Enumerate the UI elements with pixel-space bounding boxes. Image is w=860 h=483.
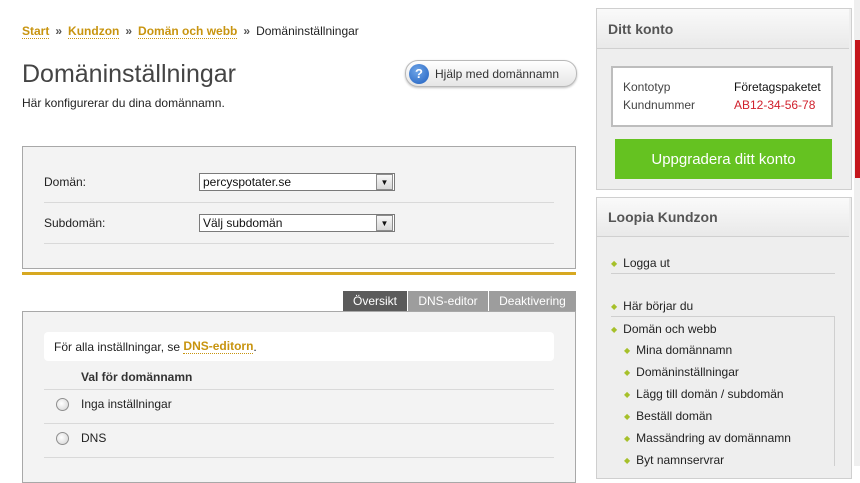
arrow-bullet-icon: ◆ — [624, 345, 631, 355]
option-label-no-settings: Inga inställningar — [81, 397, 172, 411]
section-divider — [22, 272, 576, 275]
divider — [611, 273, 835, 274]
help-button-label: Hjälp med domännamn — [435, 66, 560, 81]
divider — [611, 316, 835, 317]
account-type-label: Kontotyp — [623, 80, 671, 94]
account-panel-title: Ditt konto — [597, 9, 849, 49]
breadcrumb-link-kundzon[interactable]: Kundzon — [68, 24, 120, 39]
subdomain-label: Subdomän: — [44, 216, 106, 230]
breadcrumb-separator: » — [55, 24, 63, 38]
arrow-bullet-icon: ◆ — [624, 367, 631, 377]
domain-select-value: percyspotater.se — [203, 175, 292, 189]
kundzon-panel-title: Loopia Kundzon — [597, 198, 849, 237]
chevron-down-icon: ▼ — [376, 215, 393, 231]
menu-item-label: Beställ domän — [636, 409, 713, 423]
arrow-bullet-icon: ◆ — [611, 324, 618, 334]
breadcrumb-separator: » — [243, 24, 251, 38]
divider — [44, 202, 554, 203]
submenu-item-domain-settings[interactable]: ◆ Domäninställningar — [624, 365, 739, 379]
option-label-dns: DNS — [81, 431, 107, 445]
dns-editor-link[interactable]: DNS-editorn — [183, 339, 254, 354]
arrow-bullet-icon: ◆ — [624, 455, 631, 465]
menu-item-label: Logga ut — [623, 256, 670, 270]
menu-item-label: Domän och webb — [623, 322, 717, 336]
submenu-border — [834, 316, 835, 466]
submenu-item-add-domain[interactable]: ◆ Lägg till domän / subdomän — [624, 387, 784, 401]
submenu-item-change-nameservers[interactable]: ◆ Byt namnservrar — [624, 453, 724, 467]
page-title: Domäninställningar — [22, 60, 237, 88]
domain-select[interactable]: percyspotater.se ▼ — [199, 173, 395, 191]
menu-item-label: Lägg till domän / subdomän — [636, 387, 784, 401]
upgrade-account-button[interactable]: Uppgradera ditt konto — [615, 139, 832, 179]
breadcrumb-current: Domäninställningar — [256, 24, 359, 38]
arrow-bullet-icon: ◆ — [624, 433, 631, 443]
arrow-bullet-icon: ◆ — [611, 258, 618, 268]
customer-number-label: Kundnummer — [623, 98, 696, 112]
submenu-item-bulk-change[interactable]: ◆ Massändring av domännamn — [624, 431, 791, 445]
menu-item-label: Massändring av domännamn — [636, 431, 791, 445]
domain-selection-panel — [22, 146, 576, 269]
info-note: För alla inställningar, se DNS-editorn. — [44, 332, 554, 361]
arrow-bullet-icon: ◆ — [611, 301, 618, 311]
divider — [44, 243, 554, 244]
menu-item-label: Byt namnservrar — [636, 453, 725, 467]
edge-accent — [855, 40, 860, 178]
menu-item-logout[interactable]: ◆ Logga ut — [611, 256, 670, 270]
arrow-bullet-icon: ◆ — [624, 411, 631, 421]
breadcrumb: Start » Kundzon » Domän och webb » Domäninstäl… — [22, 24, 359, 39]
menu-item-start[interactable]: ◆ Här börjar du — [611, 299, 693, 313]
menu-item-domain-web[interactable]: ◆ Domän och webb — [611, 322, 717, 336]
customer-number-value: AB12-34-56-78 — [734, 98, 816, 112]
radio-no-settings[interactable] — [56, 398, 69, 411]
account-info-card — [611, 66, 833, 127]
breadcrumb-separator: » — [125, 24, 133, 38]
subdomain-select[interactable]: Välj subdomän ▼ — [199, 214, 395, 232]
breadcrumb-link-domain-web[interactable]: Domän och webb — [138, 24, 238, 39]
help-domain-names-button[interactable]: ? Hjälp med domännamn — [405, 60, 577, 87]
divider — [44, 423, 554, 424]
account-type-value: Företagspaketet — [734, 80, 821, 94]
note-suffix: . — [253, 339, 257, 354]
domain-label: Domän: — [44, 175, 87, 189]
submenu-item-my-domains[interactable]: ◆ Mina domännamn — [624, 343, 732, 357]
options-header: Val för domännamn — [81, 370, 193, 384]
breadcrumb-link-start[interactable]: Start — [22, 24, 50, 39]
arrow-bullet-icon: ◆ — [624, 389, 631, 399]
submenu-item-order-domain[interactable]: ◆ Beställ domän — [624, 409, 712, 423]
help-icon: ? — [409, 63, 429, 84]
radio-dns[interactable] — [56, 432, 69, 445]
note-text: För alla inställningar, se — [54, 339, 181, 354]
chevron-down-icon: ▼ — [376, 174, 393, 190]
menu-item-label: Här börjar du — [623, 299, 694, 313]
tab-deaktivering[interactable]: Deaktivering — [489, 291, 576, 311]
subdomain-select-value: Välj subdomän — [203, 216, 283, 230]
menu-item-label: Domäninställningar — [636, 365, 739, 379]
tab-oversikt[interactable]: Översikt — [343, 291, 407, 311]
divider — [44, 457, 554, 458]
divider — [44, 389, 554, 390]
tab-dns-editor[interactable]: DNS-editor — [408, 291, 488, 311]
menu-item-label: Mina domännamn — [636, 343, 733, 357]
page-subtitle: Här konfigurerar du dina domännamn. — [22, 96, 225, 110]
